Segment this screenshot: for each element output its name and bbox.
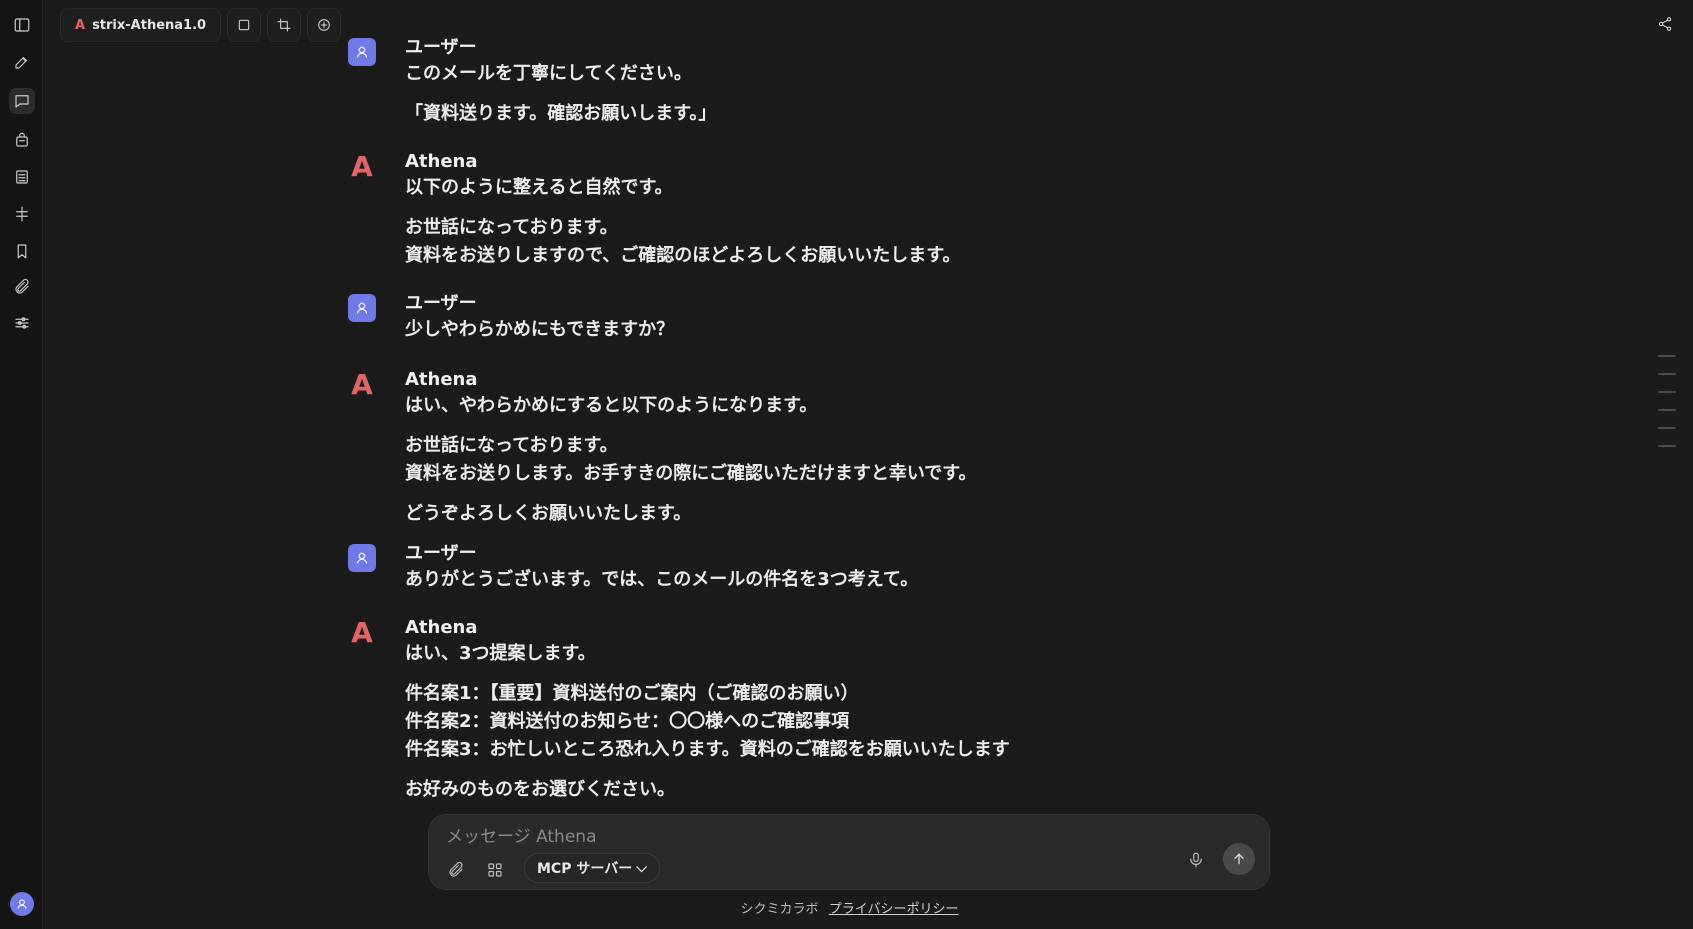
athena-avatar-icon: A [351,367,373,401]
microphone-button[interactable] [1181,845,1211,875]
message-text: どうぞよろしくお願いいたします。 [405,503,692,524]
share-icon [1658,17,1672,31]
message-text: はい、やわらかめにすると以下のようになります。 [405,395,818,416]
message-text: 件名案1：【重要】資料送付のご案内（ご確認のお願い） [405,683,859,704]
message-text: 資料をお送りします。お手すきの際にご確認いただけますと幸いです。 [405,463,977,484]
briefcase-icon[interactable] [9,127,35,153]
model-name: strix-Athena1.0 [92,17,207,33]
message-text: このメールを丁寧にしてください。 [405,63,692,84]
sidebar-toggle-icon[interactable] [9,12,35,38]
crop-button[interactable] [267,8,302,42]
user-message: ユーザー少しやわらかめにもできますか？ [348,292,674,344]
mcp-server-label: MCP サーバー [537,861,633,877]
message-text: お好みのものをお選びください。 [405,779,675,800]
athena-logo-icon: A [75,17,86,33]
assistant-message: A Athena はい、やわらかめにすると以下のようになります。 お世話になっておりま… [348,367,977,528]
document-list-icon[interactable] [9,164,35,190]
paperclip-icon [449,861,463,877]
grid-icon [488,863,502,877]
user-avatar-icon [348,38,376,66]
message-speaker: Athena [405,617,478,638]
message-text: 「資料送ります。確認お願いします。」 [405,103,717,124]
user-avatar-icon [348,294,376,322]
split-cross-icon[interactable] [9,201,35,227]
message-text: 件名案2：資料送付のお知らせ：〇〇様へのご確認事項 [405,711,850,732]
assistant-message: A Athena 以下のように整えると自然です。 お世話になっております。資料をお送り… [348,150,960,270]
tools-grid-button[interactable] [480,855,510,885]
message-input[interactable] [446,825,1046,849]
top-bar: A strix-Athena1.0 [60,8,342,42]
chat-bubble-icon[interactable] [9,88,35,114]
user-message: ユーザーありがとうございます。では、このメールの件名を3つ考えて。 [348,542,918,594]
message-text: 以下のように整えると自然です。 [405,177,673,198]
athena-avatar-icon: A [351,615,373,649]
model-selector[interactable]: A strix-Athena1.0 [60,8,222,42]
footer-brand: シクミカラボ [740,902,819,917]
chevron-down-icon: ⌵ [636,860,647,876]
message-text: お世話になっております。 [405,435,618,456]
message-speaker: Athena [405,369,478,390]
footer: シクミカラボ プライバシーポリシー [0,898,1693,917]
message-text: ありがとうございます。では、このメールの件名を3つ考えて。 [405,569,919,590]
plus-circle-icon [318,19,330,31]
square-icon [238,19,250,31]
message-speaker: ユーザー [405,37,477,58]
settings-sliders-icon[interactable] [9,310,35,336]
privacy-policy-link[interactable]: プライバシーポリシー [829,902,959,917]
send-button[interactable] [1223,843,1255,875]
left-rail [0,0,43,929]
message-text: はい、3つ提案します。 [405,643,596,664]
athena-avatar-icon: A [351,149,373,183]
new-chat-pencil-icon[interactable] [9,49,35,75]
square-window-button[interactable] [227,8,262,42]
microphone-icon [1190,852,1202,868]
message-text: お世話になっております。 [405,217,618,238]
user-message: ユーザーこのメールを丁寧にしてください。「資料送ります。確認お願いします。」 [348,36,716,128]
attach-button[interactable] [441,855,471,885]
message-speaker: ユーザー [405,293,477,314]
add-button[interactable] [307,8,342,42]
user-avatar-icon [348,544,376,572]
mcp-server-dropdown[interactable]: MCP サーバー ⌵ [524,853,660,883]
message-text: 少しやわらかめにもできますか？ [405,319,675,340]
scroll-indicator[interactable] [1658,355,1676,463]
message-composer: MCP サーバー ⌵ [428,814,1270,890]
assistant-message: A Athena はい、3つ提案します。件名案1：【重要】資料送付のご案内（ご確認の… [348,616,1010,804]
message-speaker: ユーザー [405,543,477,564]
paperclip-icon[interactable] [9,274,35,300]
message-text: 資料をお送りしますので、ご確認のほどよろしくお願いいたします。 [405,245,961,266]
bookmark-icon[interactable] [9,238,35,264]
message-text: 件名案3：お忙しいところ恐れ入ります。資料のご確認をお願いいたします [405,739,1010,760]
arrow-up-icon [1234,853,1244,865]
crop-icon [277,18,291,32]
message-speaker: Athena [405,151,478,172]
share-button[interactable] [1651,10,1679,38]
